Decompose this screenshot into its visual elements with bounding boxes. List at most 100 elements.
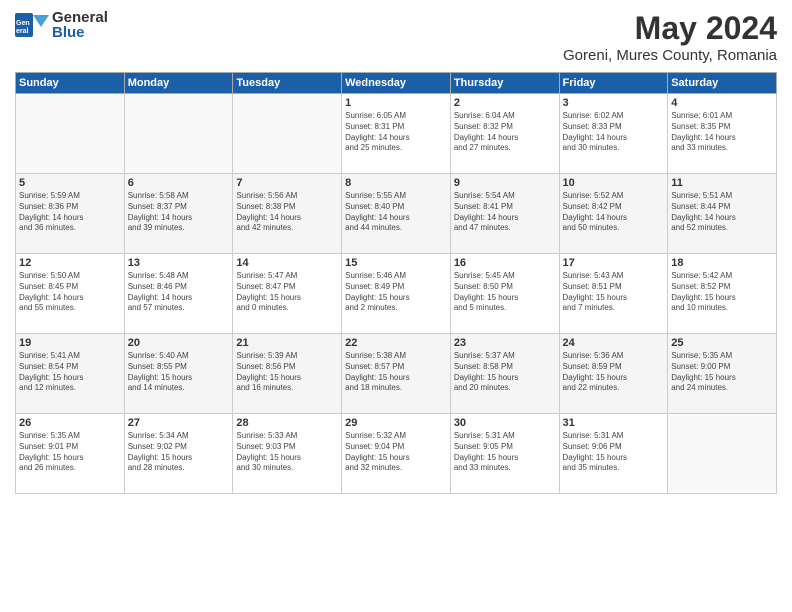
calendar-week-4: 19 Sunrise: 5:41 AM Sunset: 8:54 PM Dayli… (16, 334, 777, 414)
day-number: 11 (671, 177, 773, 189)
calendar-cell: 23 Sunrise: 5:37 AM Sunset: 8:58 PM Dayli… (450, 334, 559, 414)
logo: Gen eral General Blue (15, 10, 108, 40)
day-number: 6 (128, 177, 230, 189)
calendar-header-row: SundayMondayTuesdayWednesdayThursdayFrid… (16, 73, 777, 94)
day-info: Sunrise: 5:35 AM Sunset: 9:01 PM Dayligh… (19, 431, 121, 474)
day-info: Sunrise: 5:59 AM Sunset: 8:36 PM Dayligh… (19, 191, 121, 234)
day-info: Sunrise: 5:45 AM Sunset: 8:50 PM Dayligh… (454, 271, 556, 314)
day-number: 3 (563, 97, 665, 109)
calendar-cell (16, 94, 125, 174)
title-block: May 2024 Goreni, Mures County, Romania (563, 10, 777, 64)
location-text: Goreni, Mures County, Romania (563, 47, 777, 64)
day-info: Sunrise: 5:46 AM Sunset: 8:49 PM Dayligh… (345, 271, 447, 314)
day-number: 12 (19, 257, 121, 269)
day-number: 23 (454, 337, 556, 349)
day-info: Sunrise: 5:35 AM Sunset: 9:00 PM Dayligh… (671, 351, 773, 394)
day-number: 21 (236, 337, 338, 349)
day-info: Sunrise: 5:51 AM Sunset: 8:44 PM Dayligh… (671, 191, 773, 234)
calendar-cell: 1Sunrise: 6:05 AM Sunset: 8:31 PM Daylig… (342, 94, 451, 174)
day-info: Sunrise: 5:31 AM Sunset: 9:05 PM Dayligh… (454, 431, 556, 474)
day-info: Sunrise: 5:56 AM Sunset: 8:38 PM Dayligh… (236, 191, 338, 234)
day-number: 18 (671, 257, 773, 269)
day-info: Sunrise: 5:32 AM Sunset: 9:04 PM Dayligh… (345, 431, 447, 474)
day-info: Sunrise: 5:31 AM Sunset: 9:06 PM Dayligh… (563, 431, 665, 474)
day-number: 13 (128, 257, 230, 269)
day-number: 29 (345, 417, 447, 429)
calendar-cell: 8 Sunrise: 5:55 AM Sunset: 8:40 PM Daylig… (342, 174, 451, 254)
day-info: Sunrise: 6:04 AM Sunset: 8:32 PM Dayligh… (454, 111, 556, 154)
day-number: 15 (345, 257, 447, 269)
header-day-thursday: Thursday (450, 73, 559, 94)
day-number: 16 (454, 257, 556, 269)
day-number: 14 (236, 257, 338, 269)
day-info: Sunrise: 5:52 AM Sunset: 8:42 PM Dayligh… (563, 191, 665, 234)
header-day-saturday: Saturday (668, 73, 777, 94)
calendar-cell: 5 Sunrise: 5:59 AM Sunset: 8:36 PM Daylig… (16, 174, 125, 254)
calendar-cell: 3 Sunrise: 6:02 AM Sunset: 8:33 PM Daylig… (559, 94, 668, 174)
calendar-cell: 14 Sunrise: 5:47 AM Sunset: 8:47 PM Dayli… (233, 254, 342, 334)
day-number: 8 (345, 177, 447, 189)
logo-general-text: General (52, 10, 108, 25)
day-info: Sunrise: 5:54 AM Sunset: 8:41 PM Dayligh… (454, 191, 556, 234)
calendar-cell: 28 Sunrise: 5:33 AM Sunset: 9:03 PM Dayli… (233, 414, 342, 494)
calendar-cell: 9Sunrise: 5:54 AM Sunset: 8:41 PM Daylig… (450, 174, 559, 254)
calendar-cell: 30 Sunrise: 5:31 AM Sunset: 9:05 PM Dayli… (450, 414, 559, 494)
header-day-sunday: Sunday (16, 73, 125, 94)
calendar-cell (124, 94, 233, 174)
day-info: Sunrise: 5:33 AM Sunset: 9:03 PM Dayligh… (236, 431, 338, 474)
calendar-cell: 26Sunrise: 5:35 AM Sunset: 9:01 PM Dayli… (16, 414, 125, 494)
calendar-cell: 24 Sunrise: 5:36 AM Sunset: 8:59 PM Dayli… (559, 334, 668, 414)
calendar-cell: 2 Sunrise: 6:04 AM Sunset: 8:32 PM Daylig… (450, 94, 559, 174)
svg-text:Gen: Gen (16, 20, 30, 27)
day-info: Sunrise: 5:55 AM Sunset: 8:40 PM Dayligh… (345, 191, 447, 234)
calendar-cell: 12 Sunrise: 5:50 AM Sunset: 8:45 PM Dayli… (16, 254, 125, 334)
day-number: 28 (236, 417, 338, 429)
calendar-cell: 21 Sunrise: 5:39 AM Sunset: 8:56 PM Dayli… (233, 334, 342, 414)
header-day-monday: Monday (124, 73, 233, 94)
logo-blue-text: Blue (52, 25, 108, 40)
calendar-cell: 20Sunrise: 5:40 AM Sunset: 8:55 PM Dayli… (124, 334, 233, 414)
day-info: Sunrise: 6:02 AM Sunset: 8:33 PM Dayligh… (563, 111, 665, 154)
calendar-cell: 16 Sunrise: 5:45 AM Sunset: 8:50 PM Dayli… (450, 254, 559, 334)
day-number: 5 (19, 177, 121, 189)
calendar-table: SundayMondayTuesdayWednesdayThursdayFrid… (15, 72, 777, 494)
calendar-cell: 29 Sunrise: 5:32 AM Sunset: 9:04 PM Dayli… (342, 414, 451, 494)
day-info: Sunrise: 5:37 AM Sunset: 8:58 PM Dayligh… (454, 351, 556, 394)
calendar-week-1: 1Sunrise: 6:05 AM Sunset: 8:31 PM Daylig… (16, 94, 777, 174)
month-title: May 2024 (563, 10, 777, 47)
day-info: Sunrise: 5:39 AM Sunset: 8:56 PM Dayligh… (236, 351, 338, 394)
header-day-tuesday: Tuesday (233, 73, 342, 94)
calendar-cell: 15 Sunrise: 5:46 AM Sunset: 8:49 PM Dayli… (342, 254, 451, 334)
day-info: Sunrise: 5:36 AM Sunset: 8:59 PM Dayligh… (563, 351, 665, 394)
calendar-cell: 17Sunrise: 5:43 AM Sunset: 8:51 PM Dayli… (559, 254, 668, 334)
calendar-cell: 31 Sunrise: 5:31 AM Sunset: 9:06 PM Dayli… (559, 414, 668, 494)
day-number: 22 (345, 337, 447, 349)
calendar-cell: 7 Sunrise: 5:56 AM Sunset: 8:38 PM Daylig… (233, 174, 342, 254)
header-day-wednesday: Wednesday (342, 73, 451, 94)
day-number: 20 (128, 337, 230, 349)
day-number: 24 (563, 337, 665, 349)
svg-text:eral: eral (16, 28, 29, 35)
calendar-cell: 19 Sunrise: 5:41 AM Sunset: 8:54 PM Dayli… (16, 334, 125, 414)
calendar-cell (233, 94, 342, 174)
day-info: Sunrise: 5:50 AM Sunset: 8:45 PM Dayligh… (19, 271, 121, 314)
calendar-cell: 22Sunrise: 5:38 AM Sunset: 8:57 PM Dayli… (342, 334, 451, 414)
calendar-week-2: 5 Sunrise: 5:59 AM Sunset: 8:36 PM Daylig… (16, 174, 777, 254)
header-day-friday: Friday (559, 73, 668, 94)
day-info: Sunrise: 6:05 AM Sunset: 8:31 PM Dayligh… (345, 111, 447, 154)
day-number: 31 (563, 417, 665, 429)
day-number: 19 (19, 337, 121, 349)
day-number: 27 (128, 417, 230, 429)
day-info: Sunrise: 5:48 AM Sunset: 8:46 PM Dayligh… (128, 271, 230, 314)
header: Gen eral General Blue May 2024 Goreni, M… (15, 10, 777, 64)
logo-icon: Gen eral (15, 11, 49, 39)
day-number: 7 (236, 177, 338, 189)
day-info: Sunrise: 5:41 AM Sunset: 8:54 PM Dayligh… (19, 351, 121, 394)
day-number: 10 (563, 177, 665, 189)
day-number: 30 (454, 417, 556, 429)
calendar-cell: 27Sunrise: 5:34 AM Sunset: 9:02 PM Dayli… (124, 414, 233, 494)
day-info: Sunrise: 5:47 AM Sunset: 8:47 PM Dayligh… (236, 271, 338, 314)
day-number: 2 (454, 97, 556, 109)
day-info: Sunrise: 5:43 AM Sunset: 8:51 PM Dayligh… (563, 271, 665, 314)
calendar-cell: 6Sunrise: 5:58 AM Sunset: 8:37 PM Daylig… (124, 174, 233, 254)
